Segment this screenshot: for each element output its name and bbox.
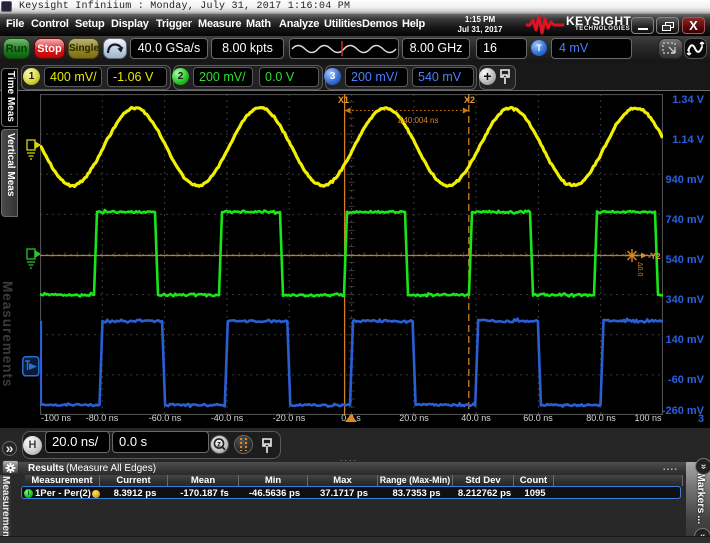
svg-text:Δ40.004 ns: Δ40.004 ns bbox=[398, 116, 438, 125]
svg-text:z: z bbox=[217, 439, 221, 448]
svg-text:X2: X2 bbox=[464, 95, 475, 105]
svg-text:X1: X1 bbox=[338, 95, 349, 105]
svg-text:-Y2: -Y2 bbox=[648, 252, 661, 261]
svg-text:Δ0.0: Δ0.0 bbox=[636, 262, 643, 277]
